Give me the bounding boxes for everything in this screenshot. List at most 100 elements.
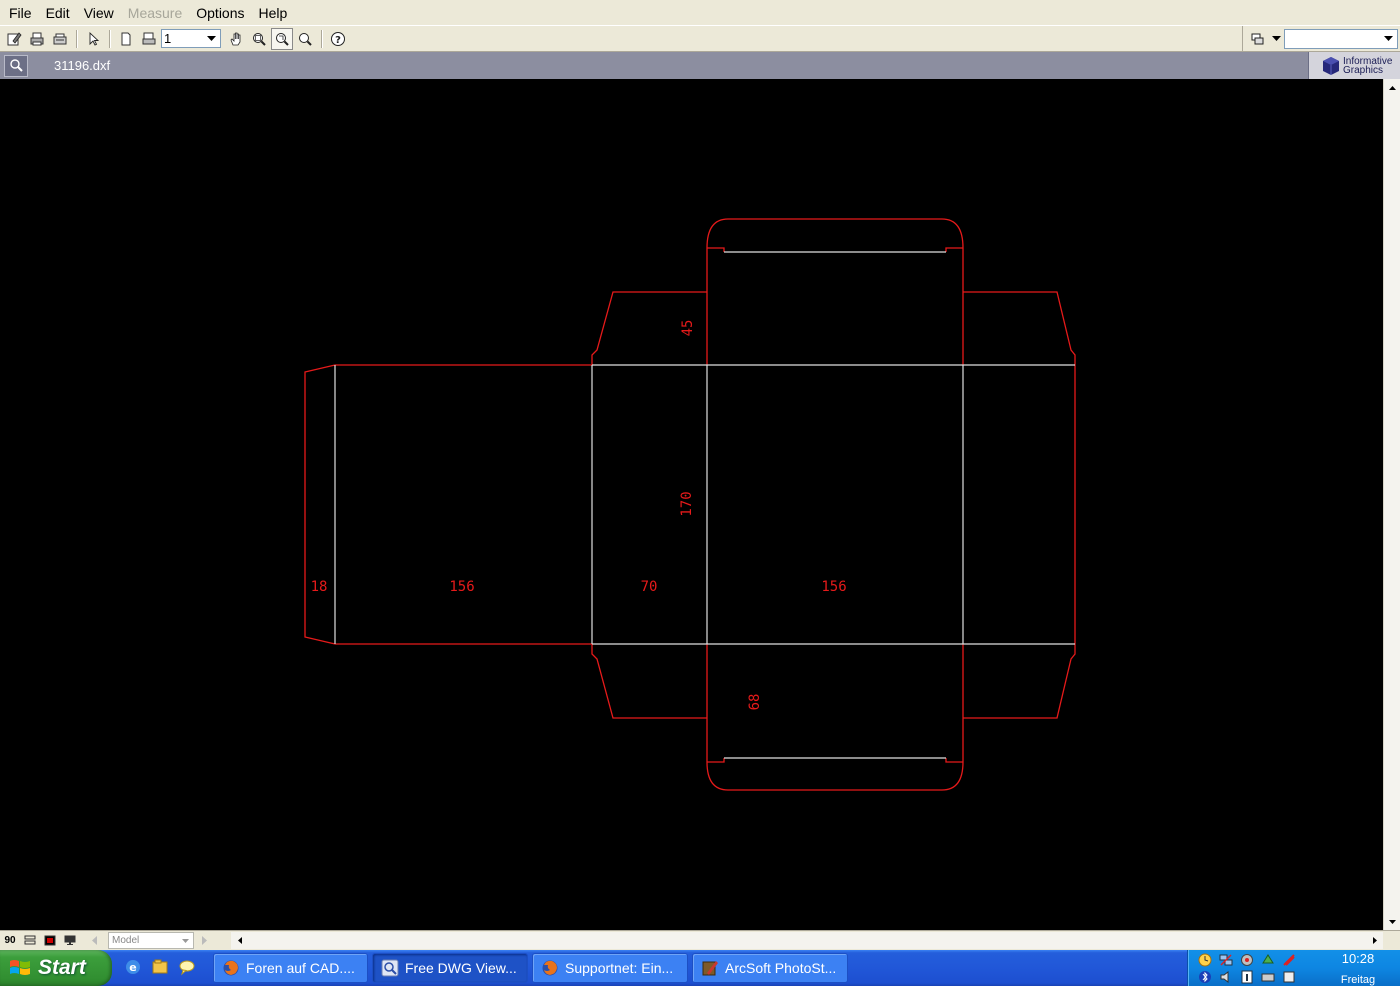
clock-tray-icon[interactable] xyxy=(1196,953,1213,967)
chevron-down-icon[interactable] xyxy=(1270,36,1282,42)
dim-bottom-flap: 68 xyxy=(747,694,763,711)
page-setup-button[interactable] xyxy=(138,28,160,50)
start-label: Start xyxy=(38,956,86,979)
menu-help[interactable]: Help xyxy=(252,3,295,23)
layout-tab-select[interactable]: Model xyxy=(108,932,194,949)
horizontal-scrollbar[interactable] xyxy=(231,932,1383,949)
page-setup-icon xyxy=(142,32,156,44)
dim-front-panel: 156 xyxy=(821,579,846,595)
clock-day: Freitag xyxy=(1340,974,1376,986)
pan-button[interactable] xyxy=(225,28,247,50)
taskbar-item-free-dwg-viewer[interactable]: Free DWG View... xyxy=(372,953,528,983)
scroll-up-button[interactable] xyxy=(1384,79,1400,96)
taskbar-item-supportnet[interactable]: Supportnet: Ein... xyxy=(532,953,688,983)
firefox-icon xyxy=(222,959,240,977)
top-tuck-flap xyxy=(706,218,964,365)
box-dieline-drawing: 18 156 70 156 170 45 68 xyxy=(304,218,1076,791)
bluetooth-tray-icon[interactable] xyxy=(1196,970,1213,984)
select-button[interactable] xyxy=(82,28,104,50)
keyboard-tray-icon[interactable] xyxy=(1259,970,1276,984)
firefox-icon xyxy=(541,959,559,977)
scroll-down-button[interactable] xyxy=(1384,913,1400,930)
dim-glue-flap: 18 xyxy=(311,579,328,595)
menu-view[interactable]: View xyxy=(77,3,121,23)
arrow-down-icon xyxy=(1389,919,1396,924)
chevron-down-icon[interactable] xyxy=(204,31,219,46)
rotate-button[interactable]: 90 xyxy=(0,932,20,950)
scroll-left-button[interactable] xyxy=(231,932,248,949)
layer-select[interactable] xyxy=(1284,29,1398,49)
background-toggle-button[interactable] xyxy=(40,932,60,950)
menu-file[interactable]: File xyxy=(2,3,39,23)
explorer-icon[interactable] xyxy=(149,956,171,978)
document-zoom-icon[interactable] xyxy=(4,54,28,77)
page-button[interactable] xyxy=(115,28,137,50)
chevron-down-icon[interactable] xyxy=(1381,31,1396,47)
scroll-right-button[interactable] xyxy=(1366,932,1383,949)
print-button[interactable] xyxy=(26,28,48,50)
monitor-button[interactable] xyxy=(60,932,80,950)
zoom-window-button[interactable] xyxy=(248,28,270,50)
toolbar-separator xyxy=(109,29,111,48)
zoom-button[interactable] xyxy=(294,28,316,50)
layers-button[interactable] xyxy=(1247,28,1269,50)
zoom-extents-button[interactable] xyxy=(271,27,293,50)
start-button[interactable]: Start xyxy=(0,950,112,986)
drawing-canvas[interactable]: 18 156 70 156 170 45 68 xyxy=(0,79,1383,930)
page-number-select[interactable]: 1 xyxy=(161,29,221,48)
clock-time[interactable]: 10:28 xyxy=(1330,951,1386,966)
monitor-icon xyxy=(64,935,76,945)
info-tray-icon[interactable] xyxy=(1238,970,1255,984)
chevron-down-icon[interactable] xyxy=(179,934,192,947)
menu-bar: File Edit View Measure Options Help xyxy=(0,0,1400,25)
rotate-angle: 90 xyxy=(4,935,16,946)
print-preview-button[interactable] xyxy=(49,28,71,50)
device-tray-icon[interactable] xyxy=(1280,970,1297,984)
taskbar-item-label: ArcSoft PhotoSt... xyxy=(725,960,837,976)
toolbar-separator xyxy=(76,29,78,48)
network-tray-icon[interactable] xyxy=(1217,953,1234,967)
black-background-icon xyxy=(44,935,56,946)
dust-flap-bottom-right xyxy=(963,644,1076,719)
vertical-scrollbar[interactable] xyxy=(1383,79,1400,930)
informative-graphics-logo: Informative Graphics xyxy=(1308,52,1400,79)
stack-icon xyxy=(24,935,36,945)
taskbar-item-label: Foren auf CAD.... xyxy=(246,960,355,976)
print-icon xyxy=(30,32,44,45)
page-icon xyxy=(121,32,131,45)
taskbar-item-label: Free DWG View... xyxy=(405,960,517,976)
top-tuck-slot-left xyxy=(707,247,725,252)
zoom-window-icon xyxy=(253,32,266,46)
logo-line-2: Graphics xyxy=(1343,64,1384,76)
document-title: 31196.dxf xyxy=(54,58,111,73)
edit-button[interactable] xyxy=(3,28,25,50)
menu-options[interactable]: Options xyxy=(189,3,251,23)
messenger-icon[interactable] xyxy=(176,956,198,978)
ie-icon[interactable]: e xyxy=(122,956,144,978)
dwg-viewer-window: File Edit View Measure Options Help 1 ? … xyxy=(0,0,1400,986)
quick-launch: e xyxy=(122,956,203,978)
taskbar-item-arcsoft[interactable]: ArcSoft PhotoSt... xyxy=(692,953,848,983)
windows-taskbar: Start e Foren auf CAD.... Free DWG View.… xyxy=(0,950,1400,986)
edit-icon xyxy=(7,31,22,45)
zoom-icon xyxy=(299,32,312,46)
help-button[interactable]: ? xyxy=(327,28,349,50)
menu-edit[interactable]: Edit xyxy=(39,3,77,23)
top-tuck-slot-right xyxy=(945,247,963,252)
update-tray-icon[interactable] xyxy=(1259,953,1276,967)
tab-next-button[interactable] xyxy=(194,932,214,950)
layers-toggle-button[interactable] xyxy=(20,932,40,950)
bottom-tuck-slot-right xyxy=(945,758,963,763)
security-tray-icon[interactable] xyxy=(1238,953,1255,967)
taskbar-item-foren[interactable]: Foren auf CAD.... xyxy=(213,953,368,983)
layout-tab-bar: 90 Model xyxy=(0,930,1400,950)
glue-flap-outline xyxy=(304,364,336,645)
dimension-labels: 18 156 70 156 170 45 68 xyxy=(311,320,847,711)
fold-lines xyxy=(334,251,1075,759)
menu-measure: Measure xyxy=(127,4,183,21)
print-preview-icon xyxy=(53,33,67,44)
tab-prev-button[interactable] xyxy=(84,932,104,950)
dwg-viewer-icon xyxy=(381,959,399,977)
antivirus-tray-icon[interactable] xyxy=(1280,953,1297,967)
audio-tray-icon[interactable] xyxy=(1217,970,1234,984)
